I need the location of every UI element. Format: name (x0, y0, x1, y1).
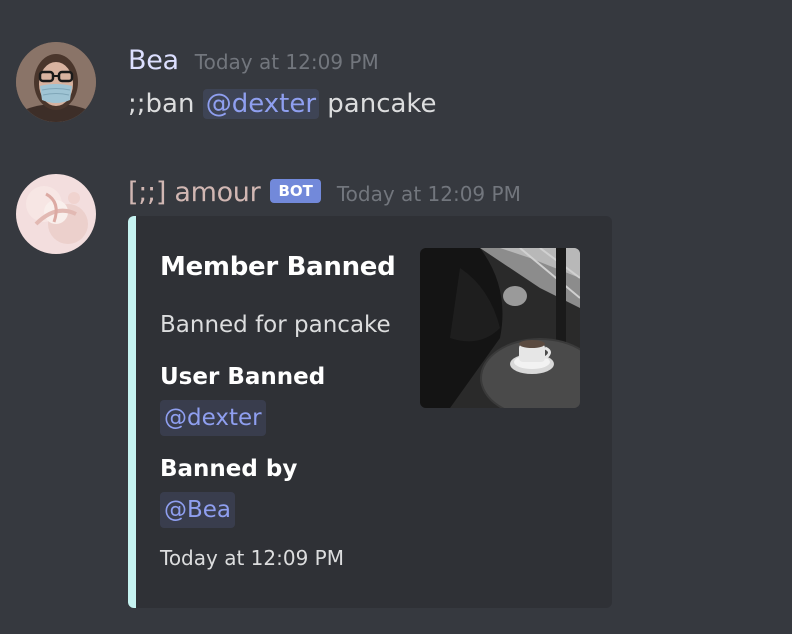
bot-tag-badge: BOT (270, 179, 321, 203)
message-header: Bea Today at 12:09 PM (128, 40, 379, 80)
user-mention[interactable]: @dexter (202, 89, 320, 119)
message-content: ;;ban @dexter pancake (128, 82, 437, 126)
reason-text: pancake (327, 89, 437, 119)
embed-title: Member Banned (160, 252, 396, 282)
embed-field-name: Banned by (160, 456, 298, 482)
chat-messages: Bea Today at 12:09 PM ;;ban @dexter panc… (0, 0, 792, 634)
bot-avatar-pink-icon (16, 174, 96, 254)
timestamp: Today at 12:09 PM (194, 50, 379, 74)
bot-avatar[interactable] (16, 174, 96, 254)
message-header: [;;] amour BOT Today at 12:09 PM (128, 172, 521, 212)
embed-description: Banned for pancake (160, 312, 391, 338)
embed-thumbnail[interactable] (420, 248, 580, 408)
embed-field-name: User Banned (160, 364, 326, 390)
embed-footer-timestamp: Today at 12:09 PM (160, 546, 344, 570)
embed-field-value: @Bea (160, 492, 236, 528)
user-avatar[interactable] (16, 42, 96, 122)
bot-username[interactable]: [;;] amour (128, 177, 261, 208)
embed-accent-bar (128, 216, 136, 608)
ban-embed: Member Banned Banned for pancake User Ba… (128, 216, 612, 608)
embed-field-value: @dexter (160, 400, 266, 436)
command-text: ;;ban (128, 89, 195, 119)
timestamp: Today at 12:09 PM (336, 182, 521, 206)
user-mention[interactable]: @Bea (160, 492, 236, 528)
username[interactable]: Bea (128, 45, 179, 76)
user-mention[interactable]: @dexter (160, 400, 266, 436)
user-avatar-photo-icon (16, 42, 96, 122)
coffee-cup-photo-icon (420, 248, 580, 408)
